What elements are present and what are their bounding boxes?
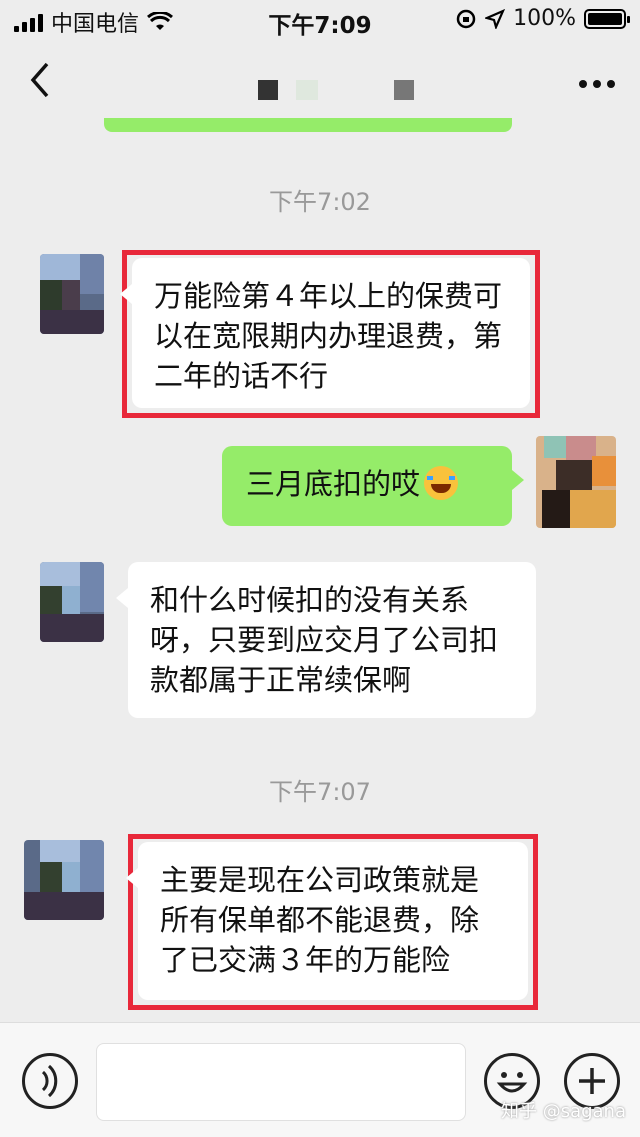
chevron-left-icon[interactable]	[30, 62, 50, 107]
voice-icon[interactable]	[22, 1053, 78, 1109]
more-dots-icon[interactable]	[578, 62, 616, 97]
avatar[interactable]	[40, 254, 104, 334]
location-icon	[485, 8, 506, 29]
message-timestamp: 下午7:02	[269, 188, 371, 216]
sent-message-bubble[interactable]: 三月底扣的哎	[222, 446, 524, 526]
received-message-bubble[interactable]: 和什么时候扣的没有关系呀，只要到应交月了公司扣款都属于正常续保啊	[116, 562, 536, 718]
message-text: 三月底扣的哎	[246, 467, 421, 501]
tears-of-joy-emoji-icon	[424, 466, 459, 500]
battery-percent: 100%	[513, 6, 576, 31]
chat-input-bar: 知乎 @sagana	[0, 1022, 640, 1137]
received-message-bubble[interactable]: 万能险第４年以上的保费可以在宽限期内办理退费，第二年的话不行	[120, 258, 530, 408]
avatar[interactable]	[24, 840, 104, 920]
chat-title-blurred	[258, 80, 414, 100]
previous-sent-bubble-edge	[104, 118, 512, 132]
received-message-bubble[interactable]: 主要是现在公司政策就是所有保单都不能退费，除了已交满３年的万能险	[126, 842, 528, 1000]
message-input[interactable]	[96, 1043, 466, 1121]
message-text: 和什么时候扣的没有关系呀，只要到应交月了公司扣款都属于正常续保啊	[150, 583, 499, 697]
chat-header	[0, 40, 640, 130]
watermark-text: 知乎 @sagana	[500, 1101, 626, 1122]
message-text: 万能险第４年以上的保费可以在宽限期内办理退费，第二年的话不行	[154, 279, 503, 393]
battery-icon	[584, 8, 630, 29]
message-text: 主要是现在公司政策就是所有保单都不能退费，除了已交满３年的万能险	[160, 863, 480, 977]
status-bar: 中国电信 下午7:09 100%	[0, 0, 640, 40]
battery-fill	[588, 12, 622, 25]
avatar[interactable]	[40, 562, 104, 642]
my-avatar[interactable]	[536, 436, 616, 528]
message-timestamp: 下午7:07	[269, 778, 371, 806]
orientation-lock-icon	[456, 9, 476, 28]
